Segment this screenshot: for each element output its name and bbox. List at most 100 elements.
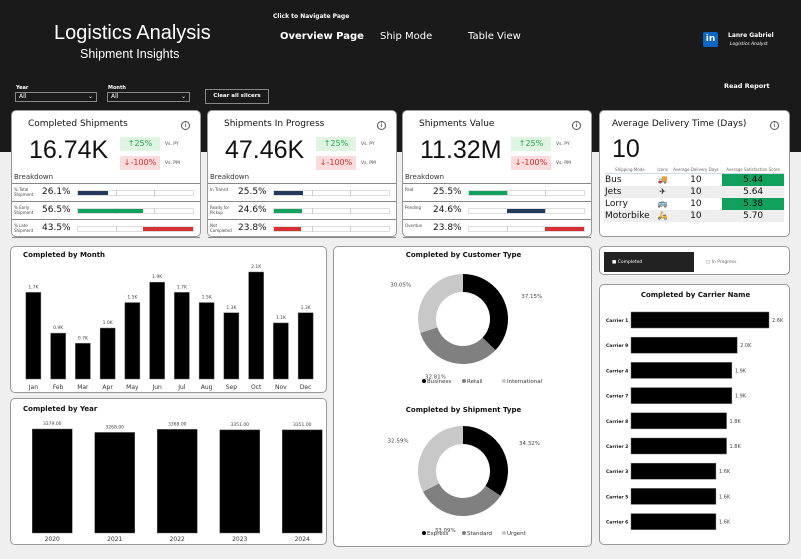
x-tick-label: Sep (226, 384, 238, 391)
col-shipping-mode[interactable]: Shipping Mode (604, 166, 656, 174)
card-title: Shipments Value (419, 119, 495, 129)
kpi-card: Shipments In Progress i 47.46K ↑25% Vs. … (207, 110, 397, 238)
bar (223, 312, 240, 380)
data-label: 3379.00 (43, 421, 62, 427)
kpi-value: 11.32M (420, 136, 502, 164)
nav-table-view[interactable]: Table View (468, 31, 521, 42)
clear-slicers-button[interactable]: Clear all slicers (205, 89, 269, 104)
x-tick-label: Nov (275, 384, 287, 391)
data-label: 1.7K (177, 284, 188, 290)
legend-label: Urgent (507, 531, 527, 537)
report-title: Logistics Analysis (54, 22, 211, 44)
x-tick-label: 2021 (107, 536, 122, 543)
data-label: 1.9K (735, 368, 747, 374)
info-icon[interactable]: i (181, 121, 190, 130)
toggle-completed[interactable]: ■ Completed (604, 252, 694, 272)
donut-slice (423, 483, 501, 516)
data-label: 1.6K (719, 520, 731, 526)
bar (198, 302, 215, 380)
data-label: 2.6K (772, 318, 784, 324)
bar (149, 281, 165, 380)
x-tick-label: 2024 (295, 536, 310, 543)
data-label: 32.81% (425, 375, 446, 381)
data-label: 1.7K (28, 284, 39, 290)
data-label: 33.09% (435, 528, 456, 534)
vs-pm-badge: ↓-100% (511, 156, 551, 170)
breakdown-bar-fill (78, 209, 143, 213)
breakdown-label: Breakdown (14, 173, 54, 181)
y-tick-label: Carrier 6 (606, 520, 628, 526)
y-tick-label: Carrier 4 (606, 368, 628, 374)
info-icon[interactable]: i (377, 121, 386, 130)
legend-marker (462, 379, 466, 383)
vs-py-badge: ↑25% (120, 137, 160, 151)
x-tick-label: Jan (28, 384, 38, 391)
x-tick-label: Feb (53, 384, 64, 391)
breakdown-progress-bar (468, 208, 585, 214)
table-row[interactable]: Jets ✈ 10 5.64 (604, 185, 784, 198)
score-cell: 5.44 (722, 173, 784, 186)
data-label: 37.15% (521, 294, 542, 300)
mode-cell: Bus (605, 174, 622, 185)
breakdown-row-label: % Late Shipment (14, 223, 34, 233)
breakdown-row-label: Paid (405, 187, 414, 192)
nav-overview-page[interactable]: Overview Page (280, 31, 364, 42)
year-slicer-label: Year (16, 85, 29, 91)
completed-by-month-card: Completed by Month 1.7K Jan 0.9K Feb 0.7K Mar… (10, 246, 327, 393)
donut-slice (418, 274, 463, 334)
breakdown-row: Paid 25.5% (403, 184, 591, 202)
legend-marker (502, 531, 506, 535)
y-tick-label: Carrier 2 (606, 444, 628, 450)
table-row[interactable]: Motorbike 🛵 10 5.70 (604, 209, 784, 222)
col-icons[interactable]: Icons (655, 166, 670, 174)
nav-ship-mode[interactable]: Ship Mode (380, 31, 432, 42)
donut-slice (463, 426, 508, 496)
data-label: 32.59% (388, 438, 409, 444)
breakdown-bar-fill (544, 227, 584, 231)
table-row[interactable]: Bus 🚚 10 5.44 (604, 173, 784, 186)
user-name: Lanre Gabriel (728, 32, 774, 39)
breakdown-row-value: 25.5% (238, 187, 267, 197)
x-tick-label: Apr (102, 384, 113, 391)
vs-py-label: Vs. PY (165, 142, 179, 147)
bar (248, 271, 264, 380)
info-icon[interactable]: i (572, 121, 581, 130)
data-label: 3351.00 (230, 422, 249, 428)
table-row[interactable]: Lorry 🚌 10 5.38 (604, 197, 784, 210)
col-satisfaction[interactable]: Average Satisfaction Score (722, 166, 784, 174)
info-icon[interactable]: i (770, 121, 779, 130)
breakdown-progress-bar (77, 226, 194, 232)
data-label: 1.5K (127, 295, 138, 301)
x-tick-label: Mar (77, 384, 89, 391)
breakdown-row-value: 43.5% (42, 223, 71, 233)
data-label: 30.05% (390, 282, 411, 288)
x-tick-label: 2020 (45, 536, 60, 543)
breakdown-row-value: 23.8% (433, 223, 462, 233)
breakdown-row-label: Not Completed (210, 223, 232, 233)
vs-pm-badge: ↓-100% (316, 156, 356, 170)
year-slicer[interactable]: All ⌄ (15, 92, 97, 102)
days-cell: 10 (690, 198, 702, 209)
y-tick-label: Carrier 1 (606, 318, 628, 324)
toggle-in-progress[interactable]: □ In Progress (700, 252, 785, 272)
read-report-button[interactable]: Read Report (724, 82, 770, 90)
linkedin-icon[interactable]: in (703, 32, 718, 47)
month-slicer[interactable]: All ⌄ (107, 92, 190, 102)
month-bar-chart: 1.7K Jan 0.9K Feb 0.7K Mar 1.0K Apr 1.5K May 1.9K J… (25, 264, 314, 391)
bar (157, 429, 198, 534)
bar (630, 513, 717, 530)
col-avg-days[interactable]: Average Delivery Days (669, 166, 723, 174)
breakdown-row-label: % Early Shipment (14, 205, 34, 215)
breakdown-row: Ready for Pickup 24.6% (208, 202, 396, 220)
data-label: 3351.00 (293, 422, 312, 428)
data-label: 1.8K (730, 444, 742, 450)
data-label: 2.0K (740, 343, 752, 349)
bar (297, 312, 314, 380)
breakdown-row-label: Pending (405, 205, 421, 210)
bar (630, 362, 733, 379)
bar (630, 412, 727, 430)
x-tick-label: Oct (251, 384, 262, 391)
bar (630, 387, 733, 404)
card-title: Completed Shipments (28, 119, 128, 129)
breakdown-row-label: Overdue (405, 223, 423, 228)
